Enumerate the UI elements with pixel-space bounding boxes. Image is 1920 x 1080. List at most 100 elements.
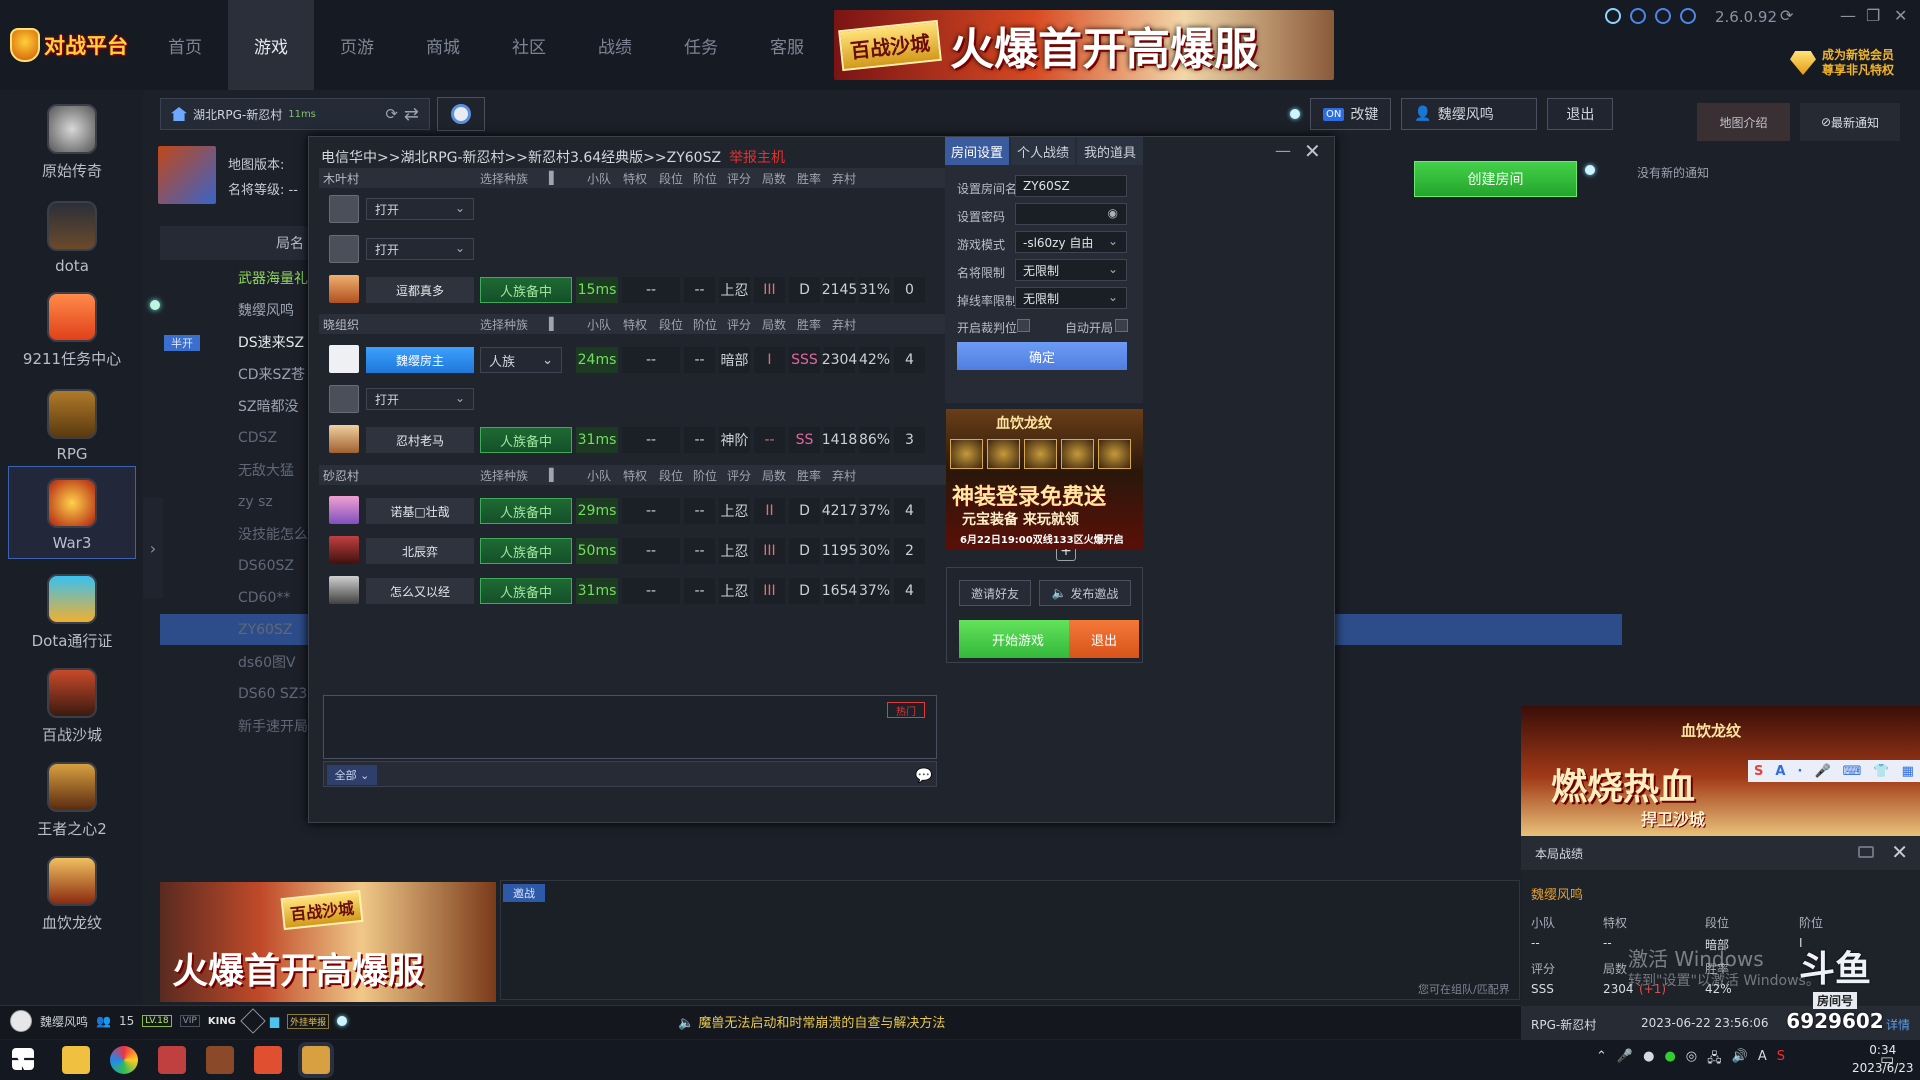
chat-log[interactable] [323,695,937,759]
chat-input[interactable] [323,761,937,787]
minimize-icon[interactable]: — [1275,141,1291,160]
top-ad-banner[interactable]: 百战沙城 火爆首开高爆服 [834,10,1334,80]
report-cheat-button[interactable]: 外挂举报 [287,1013,330,1029]
sidebar-item-blood-dragon[interactable]: 血饮龙纹 [8,846,136,939]
room-list-item[interactable]: 没技能怎么 [160,518,310,550]
shirt-icon[interactable] [1655,8,1671,24]
sogou-icon[interactable]: S [1777,1049,1785,1071]
create-room-button[interactable]: 创建房间 [1414,161,1577,197]
friends-icon[interactable]: 👥 [96,1014,111,1028]
slot-state-select[interactable]: 打开 ⌄ [366,198,474,220]
report-host-link[interactable]: 举报主机 [729,150,785,166]
sync-icon[interactable] [1680,8,1696,24]
app-icon[interactable] [158,1046,186,1074]
notification-icon[interactable]: ▭ [1880,1050,1894,1068]
room-list-item[interactable]: zy sz [160,486,310,518]
game-mode-select[interactable]: -sl60zy 自由 ⌄ [1015,231,1127,253]
tab-invite[interactable]: 邀战 [503,884,545,902]
chat-icon[interactable]: ▆ [270,1014,279,1028]
broadcast-button[interactable]: 🔈 发布邀战 [1039,580,1131,606]
sidebar-item-king-heart[interactable]: 王者之心2 [8,752,136,845]
dialog-ad[interactable]: 血饮龙纹 神装登录免费送 元宝装备 来玩就领 6月22日19:00双线133区火… [946,409,1143,549]
nav-community[interactable]: 社区 [486,0,572,90]
swap-icon[interactable]: ⇄ [404,104,419,125]
sidebar-item-sand-city[interactable]: 百战沙城 [8,658,136,751]
referee-checkbox[interactable] [1017,319,1030,332]
slot-state-select[interactable]: 打开 ⌄ [366,388,474,410]
password-input[interactable]: ◉ [1015,203,1127,225]
mic-icon[interactable]: 🎤 [1617,1049,1633,1071]
network-icon[interactable]: 🖧 [1707,1049,1722,1071]
room-list-item[interactable]: 新手速开局 [160,710,310,742]
avatar[interactable] [10,1010,32,1032]
sidebar-item-dota-pass[interactable]: Dota通行证 [8,564,136,657]
restore-icon[interactable]: ❐ [1866,6,1880,25]
refresh-icon[interactable]: ⟳ [385,105,398,123]
wechat-icon[interactable]: ● [1664,1049,1675,1071]
sidebar-item-war3[interactable]: War3 [8,466,136,559]
tool-icon[interactable] [1630,8,1646,24]
race-select[interactable]: 人族 ⌄ [480,347,562,373]
user-button[interactable]: 👤 魏缨风鸣 [1401,98,1538,130]
invite-friend-button[interactable]: 邀请好友 [959,580,1031,606]
room-list-item[interactable]: 无敌大猛 [160,454,310,486]
rank-limit-select[interactable]: 无限制 ⌄ [1015,259,1127,281]
message-icon[interactable]: 💬 [915,768,932,784]
ime-toolbar[interactable]: S A · 🎤 ⌨ 👕 ▦ [1748,760,1920,782]
sidebar-item-task-center[interactable]: 9211任务中心 [8,282,136,375]
sidebar-item-dota[interactable]: dota [8,188,136,281]
room-name-input[interactable]: ZY60SZ [1015,175,1127,197]
close-icon[interactable]: ✕ [1894,6,1907,25]
room-channel-tab[interactable]: 湖北RPG-新忍村 11ms ⟳ ⇄ [160,98,430,130]
globe-button[interactable] [437,97,485,131]
close-icon[interactable]: ✕ [1891,840,1908,864]
chat-channel-select[interactable]: 全部 ⌄ [327,765,377,785]
hot-emoji-button[interactable]: 热门 [887,702,925,718]
refresh-icon[interactable]: ⟳ [1780,6,1793,25]
status-notice[interactable]: 🔈 魔兽无法启动和时常崩溃的自查与解决方法 [678,1012,945,1031]
tab-map-intro[interactable]: 地图介绍 [1697,103,1790,141]
room-list-item[interactable]: ZY60SZ [160,614,310,646]
nav-records[interactable]: 战绩 [572,0,658,90]
app-tray-icon[interactable]: ● [1643,1049,1654,1071]
room-list-item[interactable]: DS60SZ [160,550,310,582]
tab-my-items[interactable]: 我的道具 [1077,137,1143,165]
ime-icon[interactable]: A [1758,1049,1767,1071]
room-list-item[interactable]: 魏缨风鸣 [160,294,310,326]
slot-state-select[interactable]: 打开 ⌄ [366,238,474,260]
room-list-item[interactable]: SZ暗都没 [160,390,310,422]
auto-start-checkbox[interactable] [1115,319,1128,332]
chrome-icon[interactable] [110,1046,138,1074]
keymap-toggle[interactable]: ON 改键 [1310,98,1392,130]
room-list-item[interactable]: CDSZ [160,422,310,454]
vip-promo[interactable]: 成为新锐会员 尊享非凡特权 [1790,48,1894,78]
nav-games[interactable]: 游戏 [228,0,314,90]
sidebar-item-legend[interactable]: 原始传奇 [8,94,136,187]
confirm-button[interactable]: 确定 [957,342,1127,370]
nav-webgames[interactable]: 页游 [314,0,400,90]
tab-personal-record[interactable]: 个人战绩 [1011,137,1075,165]
room-list-item[interactable]: DS速来SZ [160,326,310,358]
start-game-button[interactable]: 开始游戏 [959,620,1077,658]
room-list-item[interactable]: 武器海量礼 [160,262,310,294]
tab-room-settings[interactable]: 房间设置 [945,137,1009,165]
file-explorer-icon[interactable] [62,1046,90,1074]
app-icon[interactable] [302,1046,330,1074]
camera-icon[interactable] [1858,846,1874,858]
nav-tasks[interactable]: 任务 [658,0,744,90]
volume-icon[interactable]: 🔊 [1732,1049,1748,1071]
sidebar-item-rpg[interactable]: RPG [8,376,136,469]
close-icon[interactable]: ✕ [1304,139,1321,163]
app-icon[interactable] [254,1046,282,1074]
logout-button[interactable]: 退出 [1547,98,1614,130]
nav-support[interactable]: 客服 [744,0,830,90]
nav-home[interactable]: 首页 [142,0,228,90]
room-list-item[interactable]: CD来SZ苍 [160,358,310,390]
room-list-item[interactable]: CD60** [160,582,310,614]
chevron-up-icon[interactable]: ⌃ [1596,1049,1607,1071]
drop-limit-select[interactable]: 无限制 ⌄ [1015,287,1127,309]
nav-store[interactable]: 商城 [400,0,486,90]
bottom-ad-banner[interactable]: 百战沙城 火爆首开高爆服 [160,882,496,1002]
chrome-icon[interactable]: ◎ [1686,1049,1697,1071]
room-list-item[interactable]: ds60图V [160,646,310,678]
